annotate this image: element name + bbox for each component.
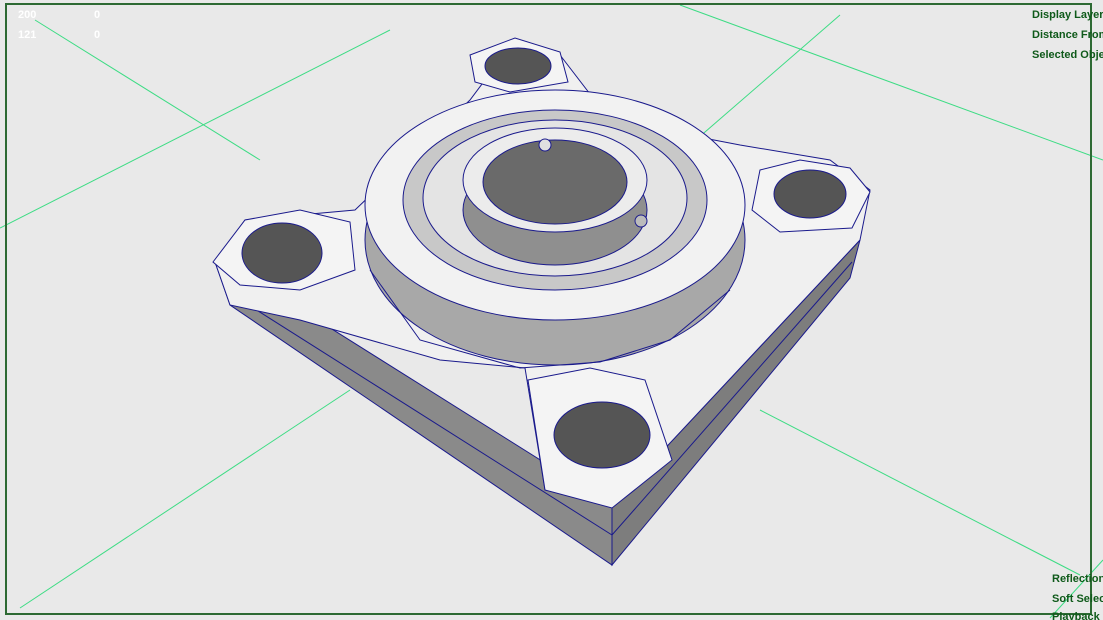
- poly-count-value-1: 0: [94, 9, 101, 21]
- hud-distance-from: Distance From: [1032, 29, 1103, 41]
- hud-reflection: Reflection: [1052, 573, 1103, 585]
- poly-count-value-2: 0: [94, 29, 101, 41]
- bore: [482, 139, 628, 225]
- hud-display-layer: Display Layer: [1032, 9, 1103, 21]
- model-wireframe[interactable]: [212, 37, 871, 567]
- hud-soft-select: Soft Select: [1052, 593, 1103, 605]
- poly-count-label-1: 200: [18, 9, 37, 21]
- grease-nipple: [538, 138, 552, 152]
- hud-playback: Playback: [1052, 611, 1100, 620]
- scene-canvas[interactable]: [0, 0, 1103, 620]
- hud-selected-objects: Selected Obje: [1032, 49, 1103, 61]
- viewport-3d[interactable]: 200 0 121 0 Display Layer Distance From …: [0, 0, 1103, 620]
- set-screw: [634, 214, 648, 228]
- bolt-hole-front: [553, 401, 651, 469]
- bolt-hole-right: [773, 169, 847, 219]
- bolt-hole-left: [241, 222, 323, 284]
- bolt-hole-back: [484, 47, 552, 85]
- poly-count-label-2: 121: [18, 29, 37, 41]
